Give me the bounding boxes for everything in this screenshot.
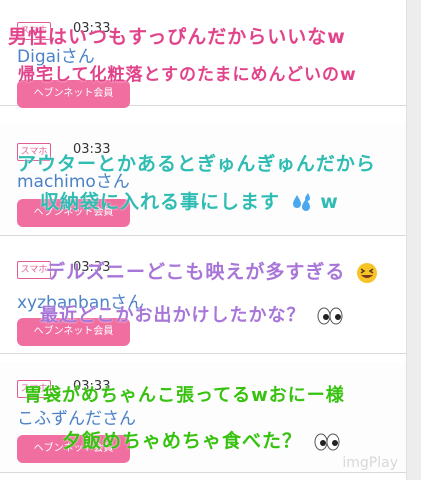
overlay-caption: 帰宅して化粧落とすのたまにめんどいのw [18, 65, 357, 85]
post-card: スマホ 03:33 Digaiさん ヘブンネット会員 [0, 0, 407, 108]
overlay-caption-line: デルズニーどこも映えが多すぎる [46, 257, 378, 284]
eyes-emoji-icon [314, 433, 340, 450]
scrollbar[interactable] [406, 0, 421, 480]
eyes-emoji-icon [317, 307, 343, 325]
post-card: スマホ 03:33 machimoさん ヘブンネット会員 [0, 125, 407, 236]
overlay-caption-text: 夕飯めちゃめちゃ食べた？ [62, 430, 303, 452]
overlay-caption: 男性はいつもすっぴんだからいいなw [8, 26, 346, 48]
overlay-caption-line: 収納袋に入れる事にします w [40, 187, 339, 214]
imgplay-watermark: imgPlay [342, 455, 398, 471]
overlay-caption: アウターとかあるとぎゅんぎゅんだから [17, 153, 376, 175]
droplets-emoji-icon [292, 192, 310, 211]
grinning-squint-emoji-icon [357, 262, 378, 283]
overlay-caption-text: 収納袋に入れる事にします [40, 191, 281, 213]
overlay-caption-suffix: w [320, 191, 339, 213]
overlay-caption-text: デルズニーどこも映えが多すぎる [46, 261, 346, 283]
overlay-caption-line: 夕飯めちゃめちゃ食べた？ [62, 426, 341, 453]
overlay-caption-line: 最近どこかお出かけしたかな？ [40, 301, 344, 327]
overlay-caption-text: 最近どこかお出かけしたかな？ [40, 305, 306, 326]
overlay-caption: 胃袋がめちゃんこ張ってるwおにー様 [24, 385, 345, 406]
